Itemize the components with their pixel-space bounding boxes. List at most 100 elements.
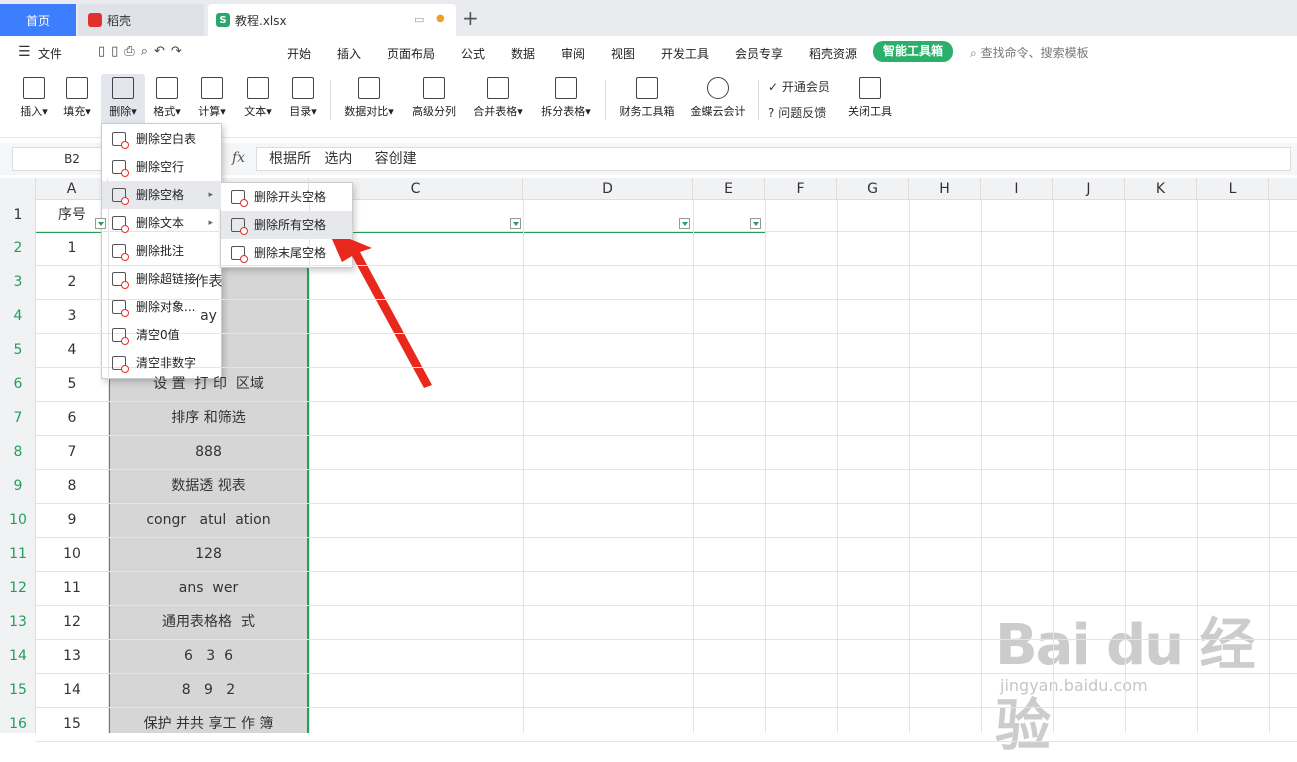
split-adv-button[interactable]: 高级分列: [408, 74, 460, 126]
row-header-13[interactable]: 13: [0, 605, 36, 639]
row-header-5[interactable]: 5: [0, 333, 36, 367]
cell-a9[interactable]: 8: [36, 469, 108, 503]
new-tab-button[interactable]: +: [462, 6, 479, 30]
cell-a3[interactable]: 2: [36, 265, 108, 299]
menu-start[interactable]: 开始: [287, 45, 311, 62]
cell-a4[interactable]: 3: [36, 299, 108, 333]
menu-formula[interactable]: 公式: [461, 45, 485, 62]
cell-a2[interactable]: 1: [36, 231, 108, 265]
dropdown-item-5[interactable]: 删除超链接: [102, 265, 221, 293]
row-header-11[interactable]: 11: [0, 537, 36, 571]
menu-developer[interactable]: 开发工具: [661, 45, 709, 62]
delete-button[interactable]: 删除▾: [101, 74, 145, 126]
dropdown-item-2[interactable]: 删除空格 ▸: [102, 181, 221, 209]
dropdown-item-3[interactable]: 删除文本 ▸: [102, 209, 221, 237]
menu-daoke-res[interactable]: 稻壳资源: [809, 45, 857, 62]
cell-a11[interactable]: 10: [36, 537, 108, 571]
submenu-item-2[interactable]: 删除末尾空格: [221, 239, 352, 267]
row-header-10[interactable]: 10: [0, 503, 36, 537]
cell-a5[interactable]: 4: [36, 333, 108, 367]
cell-a14[interactable]: 13: [36, 639, 108, 673]
smart-toolbox-tab[interactable]: 智能工具箱: [873, 41, 953, 62]
cell-b13[interactable]: 通用表格格 式: [110, 605, 307, 639]
cell-b7[interactable]: 排序 和筛选: [110, 401, 307, 435]
filter-dropdown-icon[interactable]: [510, 218, 521, 229]
cell-a13[interactable]: 12: [36, 605, 108, 639]
row-header-3[interactable]: 3: [0, 265, 36, 299]
formula-input[interactable]: 根据所 选内 容创建: [256, 147, 1291, 171]
menu-review[interactable]: 审阅: [561, 45, 585, 62]
select-all-corner[interactable]: [0, 178, 36, 200]
calc-button[interactable]: 计算▾: [193, 74, 231, 126]
tab-daoke[interactable]: 稻壳: [78, 4, 204, 36]
cell-a15[interactable]: 14: [36, 673, 108, 707]
row-header-9[interactable]: 9: [0, 469, 36, 503]
merge-table-button[interactable]: 合并表格▾: [468, 74, 528, 126]
dropdown-item-0[interactable]: 删除空白表: [102, 125, 221, 153]
dropdown-item-4[interactable]: 删除批注: [102, 237, 221, 265]
finance-toolbox-button[interactable]: 财务工具箱: [615, 74, 679, 126]
cell-b14[interactable]: 6 3 6: [110, 639, 307, 673]
text-button[interactable]: 文本▾: [239, 74, 277, 126]
file-menu[interactable]: 文件: [38, 45, 62, 62]
cell-b11[interactable]: 128: [110, 537, 307, 571]
filter-dropdown-icon[interactable]: [750, 218, 761, 229]
quick-access-icons[interactable]: ▯▯⎙⌕↶↷: [98, 44, 188, 59]
insert-button[interactable]: 插入▾: [14, 74, 54, 126]
cell-b15[interactable]: 8 9 2: [110, 673, 307, 707]
menu-view[interactable]: 视图: [611, 45, 635, 62]
row-header-16[interactable]: 16: [0, 707, 36, 741]
column-header-j[interactable]: J: [1053, 178, 1125, 200]
filter-dropdown-icon[interactable]: [679, 218, 690, 229]
monitor-icon[interactable]: ▭: [414, 13, 424, 26]
dropdown-item-1[interactable]: 删除空行: [102, 153, 221, 181]
row-header-15[interactable]: 15: [0, 673, 36, 707]
cell-a8[interactable]: 7: [36, 435, 108, 469]
submenu-item-1[interactable]: 删除所有空格: [221, 211, 352, 239]
menu-insert[interactable]: 插入: [337, 45, 361, 62]
compare-button[interactable]: 数据对比▾: [340, 74, 398, 126]
column-header-f[interactable]: F: [765, 178, 837, 200]
hamburger-icon[interactable]: ☰: [18, 44, 31, 60]
vip-button[interactable]: ✓ 开通会员: [768, 78, 830, 95]
menu-data[interactable]: 数据: [511, 45, 535, 62]
search-box[interactable]: ⌕ 查找命令、搜索模板: [970, 44, 1089, 61]
column-header-e[interactable]: E: [693, 178, 765, 200]
menu-layout[interactable]: 页面布局: [387, 45, 435, 62]
fx-icon[interactable]: fx: [232, 150, 245, 166]
row-header-4[interactable]: 4: [0, 299, 36, 333]
column-header-d[interactable]: D: [523, 178, 693, 200]
cell-b8[interactable]: 888: [110, 435, 307, 469]
column-header-i[interactable]: I: [981, 178, 1053, 200]
column-header-a[interactable]: A: [36, 178, 108, 200]
cell-b9[interactable]: 数据透 视表: [110, 469, 307, 503]
row-header-12[interactable]: 12: [0, 571, 36, 605]
dropdown-item-8[interactable]: 清空非数字: [102, 349, 221, 377]
column-header-k[interactable]: K: [1125, 178, 1197, 200]
tab-home[interactable]: 首页: [0, 4, 76, 36]
close-tools-button[interactable]: 关闭工具: [844, 74, 896, 126]
row-header-8[interactable]: 8: [0, 435, 36, 469]
row-header-7[interactable]: 7: [0, 401, 36, 435]
cell-b16[interactable]: 保护 并共 享工 作 簿: [110, 707, 307, 741]
submenu-item-0[interactable]: 删除开头空格: [221, 183, 352, 211]
toc-button[interactable]: 目录▾: [284, 74, 322, 126]
cell-a10[interactable]: 9: [36, 503, 108, 537]
row-header-1[interactable]: 1: [0, 200, 36, 231]
cell-a16[interactable]: 15: [36, 707, 108, 741]
fill-button[interactable]: 填充▾: [58, 74, 96, 126]
format-button[interactable]: 格式▾: [148, 74, 186, 126]
tab-document[interactable]: S 教程.xlsx ▭ ●: [208, 4, 456, 36]
kingdee-button[interactable]: 金蝶云会计: [686, 74, 750, 126]
cell-b10[interactable]: congr atul ation: [110, 503, 307, 537]
feedback-button[interactable]: ? 问题反馈: [768, 104, 826, 121]
split-table-button[interactable]: 拆分表格▾: [536, 74, 596, 126]
dropdown-item-7[interactable]: 清空0值: [102, 321, 221, 349]
dropdown-item-6[interactable]: 删除对象...: [102, 293, 221, 321]
row-header-6[interactable]: 6: [0, 367, 36, 401]
cell-b12[interactable]: ans wer: [110, 571, 307, 605]
cell-a7[interactable]: 6: [36, 401, 108, 435]
row-header-14[interactable]: 14: [0, 639, 36, 673]
column-header-h[interactable]: H: [909, 178, 981, 200]
cell-a12[interactable]: 11: [36, 571, 108, 605]
